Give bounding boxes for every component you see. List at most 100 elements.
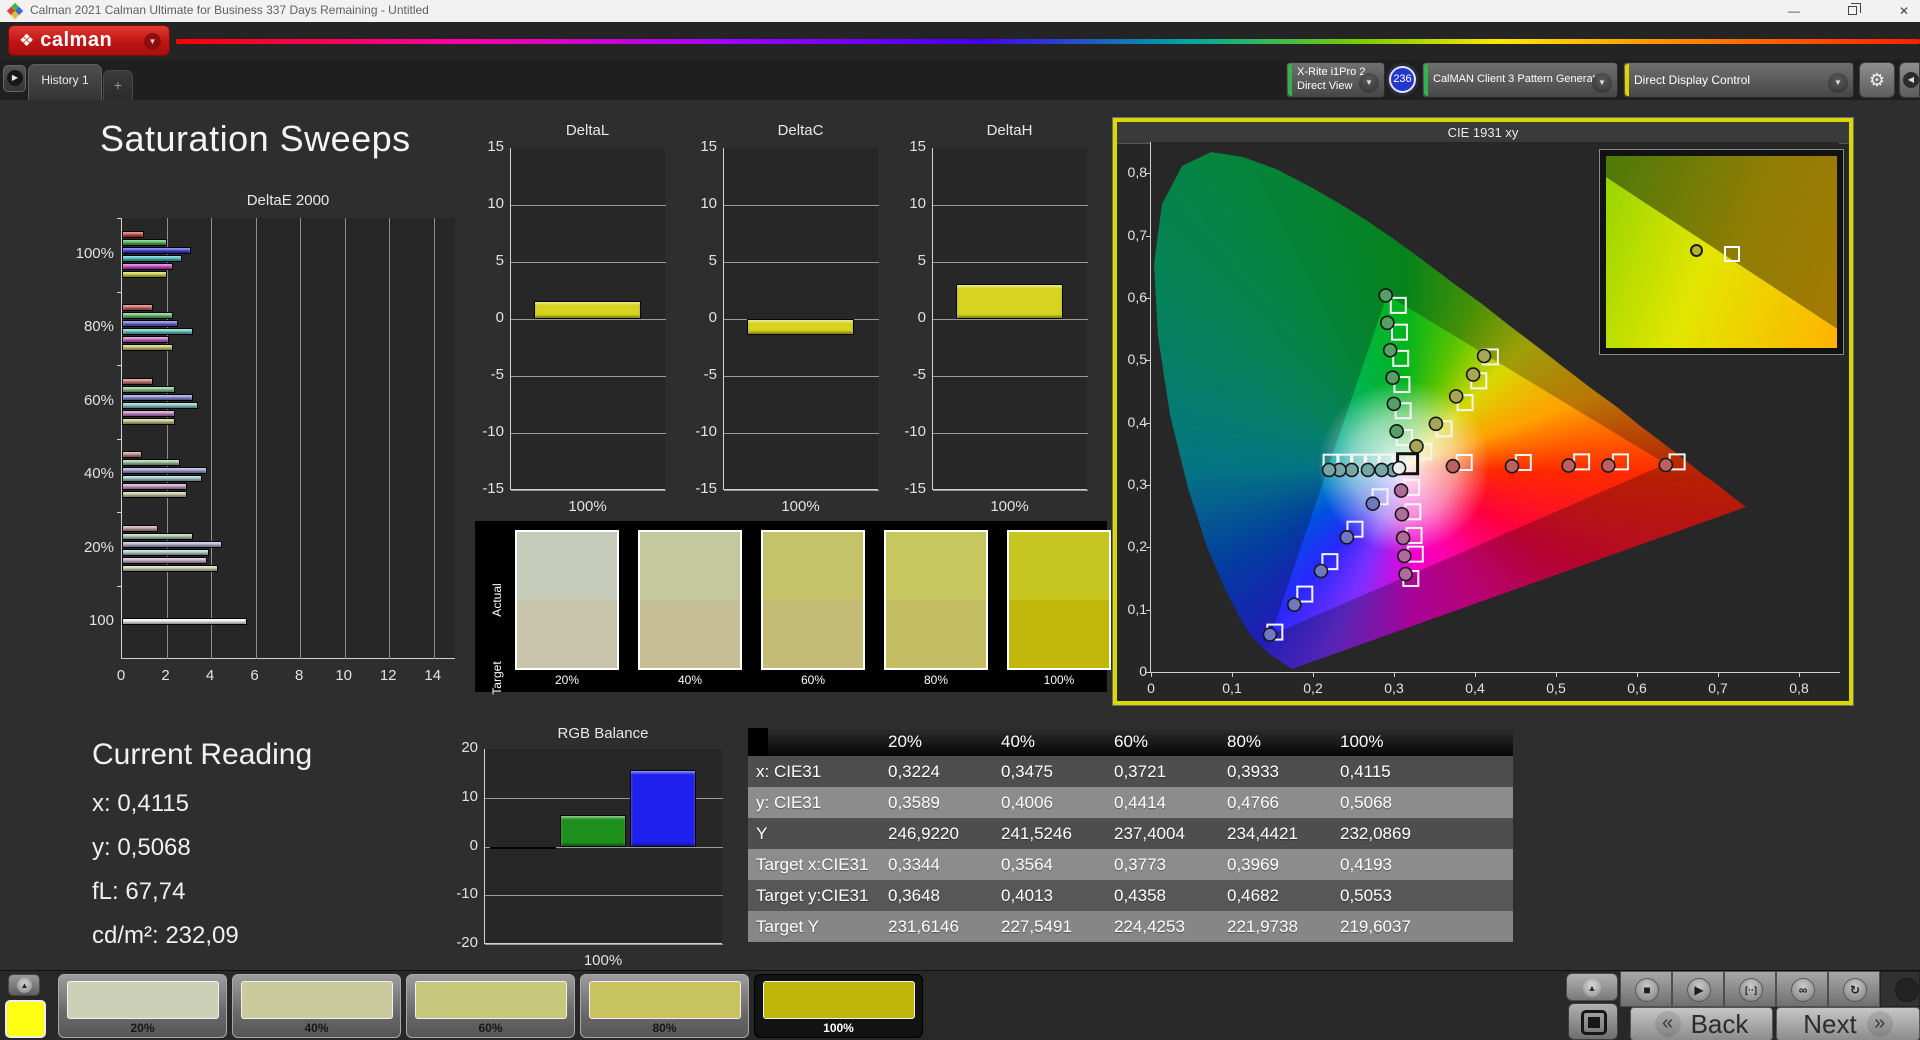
tab-history-1[interactable]: History 1 <box>28 64 102 100</box>
table-cell: 0,3344 <box>888 855 940 874</box>
table-cell: 0,3475 <box>1001 762 1053 781</box>
axis-tick <box>117 439 121 440</box>
tab-scroll-button[interactable]: ▶ <box>3 65 26 92</box>
pattern-tile-60%[interactable]: 60% <box>406 974 575 1038</box>
table-cell: 0,3933 <box>1227 762 1279 781</box>
deltae2000-plot <box>121 218 455 659</box>
pattern-tile-40%[interactable]: 40% <box>232 974 401 1038</box>
gridline <box>434 218 435 659</box>
next-label: Next <box>1803 1008 1857 1039</box>
rgb-balance-chart: RGB Balance 20 10 0 -10 -20 100% <box>420 725 740 980</box>
deltae-bar <box>122 344 173 351</box>
actual-target-swatch-panel: Actual Target 20% 40% 60% 80% 100% <box>475 521 1111 695</box>
cie-y-axis <box>1150 142 1151 673</box>
deltae-bar <box>122 557 207 564</box>
reading-cd/m²: cd/m²: 232,09 <box>92 922 239 949</box>
swatch-target <box>640 600 740 668</box>
gridline <box>933 376 1088 377</box>
x-axis-label: 100% <box>781 498 820 515</box>
pattern-tile-80%[interactable]: 80% <box>580 974 749 1038</box>
table-cell: 0,4766 <box>1227 793 1279 812</box>
reading-x: x: 0,4115 <box>92 790 189 817</box>
back-label: Back <box>1690 1008 1749 1039</box>
pattern-expand-button[interactable]: ▲ <box>8 974 40 996</box>
pattern-tile-20%[interactable]: 20% <box>58 974 227 1038</box>
nav-expand-button[interactable]: ▲ <box>1566 973 1618 1001</box>
x-tick <box>1232 672 1233 677</box>
swatch-80% <box>884 530 988 670</box>
control-name: Direct Display Control <box>1634 72 1751 87</box>
deltae-bar <box>122 328 193 335</box>
app-header: ❖ calman ▼ <box>0 22 1920 60</box>
minimize-button[interactable]: — <box>1776 2 1812 20</box>
swatch-actual <box>517 532 617 600</box>
source-name: CalMAN Client 3 Pattern Generator <box>1433 73 1606 86</box>
back-button[interactable]: « Back <box>1630 1007 1773 1040</box>
close-button[interactable]: ✕ <box>1886 2 1920 20</box>
table-row: x: CIE31 0,3224 0,3475 0,3721 0,3933 0,4115 <box>748 756 1513 787</box>
reading-y: y: 0,5068 <box>92 834 191 861</box>
table-cell: 0,3564 <box>1001 855 1053 874</box>
deltae2000-chart: DeltaE 2000 0 2 4 6 8 10 12 14 100% 80% 60% 40% 20% 10… <box>70 190 480 690</box>
gridline <box>933 490 1088 491</box>
extra-button[interactable] <box>1880 971 1920 1007</box>
play-button[interactable]: ▶ <box>1672 971 1724 1007</box>
x-tick-label: 8 <box>294 667 304 684</box>
deltae-bar <box>122 336 169 343</box>
x-tick-label: 0,7 <box>1708 680 1728 696</box>
y-tick-label: 0,6 <box>1127 289 1147 305</box>
display-control-dropdown[interactable]: Direct Display Control ▼ <box>1623 62 1854 98</box>
x-tick-label: 0 <box>116 667 126 684</box>
gridline <box>167 218 168 659</box>
collapse-panel-button[interactable]: ◀ <box>1899 62 1920 98</box>
deltae-bar <box>122 312 173 319</box>
swatch-target <box>1009 600 1109 668</box>
current-pattern-swatch[interactable] <box>5 1000 46 1038</box>
control-status-bar <box>1625 64 1629 96</box>
read-series-button[interactable]: [··] <box>1724 971 1776 1007</box>
pattern-tile-100%[interactable]: 100% <box>754 974 923 1038</box>
settings-button[interactable]: ⚙ <box>1859 62 1895 98</box>
table-cell: 232,0869 <box>1340 824 1411 843</box>
deltaC-bar <box>747 319 854 335</box>
continuous-read-button[interactable]: ∞ <box>1776 971 1828 1007</box>
gridline <box>724 433 879 434</box>
table-cell: 0,4414 <box>1114 793 1166 812</box>
y-tick-label: 0 <box>495 309 504 326</box>
calman-menu-button[interactable]: ❖ calman ▼ <box>8 25 170 56</box>
stop-button[interactable]: ■ <box>1620 971 1672 1007</box>
x-tick-label: 0,8 <box>1789 680 1809 696</box>
source-status-bar <box>1424 64 1428 96</box>
meter-count-badge[interactable]: 236 <box>1389 66 1416 93</box>
y-tick-label: 0,7 <box>1127 227 1147 243</box>
restore-button[interactable] <box>1834 2 1870 20</box>
x-tick-label: 0,3 <box>1384 680 1404 696</box>
y-tick-label: -10 <box>904 423 926 440</box>
table-cell: 0,4682 <box>1227 886 1279 905</box>
refresh-button[interactable]: ↻ <box>1828 971 1880 1007</box>
pattern-tile-label: 20% <box>130 1021 155 1035</box>
gridline <box>933 205 1088 206</box>
table-cell: 0,3721 <box>1114 762 1166 781</box>
layout-button[interactable] <box>1568 1003 1618 1040</box>
column-header: 60% <box>1114 732 1149 751</box>
group-label: 60% <box>83 392 114 409</box>
table-cell: 219,6037 <box>1340 917 1411 936</box>
y-tick-label: 20 <box>461 739 478 756</box>
gridline <box>511 205 666 206</box>
add-tab-button[interactable]: + <box>103 70 133 100</box>
y-tick-label: 5 <box>708 252 717 269</box>
deltae-bar <box>122 410 175 417</box>
swatch-label: 20% <box>554 673 580 687</box>
table-cell: 0,4013 <box>1001 886 1053 905</box>
deltae-bar <box>122 394 193 401</box>
axis-tick <box>117 586 121 587</box>
source-dropdown[interactable]: CalMAN Client 3 Pattern Generator ▼ <box>1422 62 1618 98</box>
deltaC-title: DeltaC <box>777 122 824 139</box>
next-button[interactable]: Next » <box>1776 1007 1920 1040</box>
meter-dropdown[interactable]: X-Rite i1Pro 2 Direct View ▼ <box>1286 62 1385 98</box>
x-tick <box>1313 672 1314 677</box>
app-window: Calman 2021 Calman Ultimate for Business… <box>0 0 1920 1040</box>
x-axis-label: 100% <box>583 952 623 969</box>
y-tick-label: 5 <box>495 252 504 269</box>
